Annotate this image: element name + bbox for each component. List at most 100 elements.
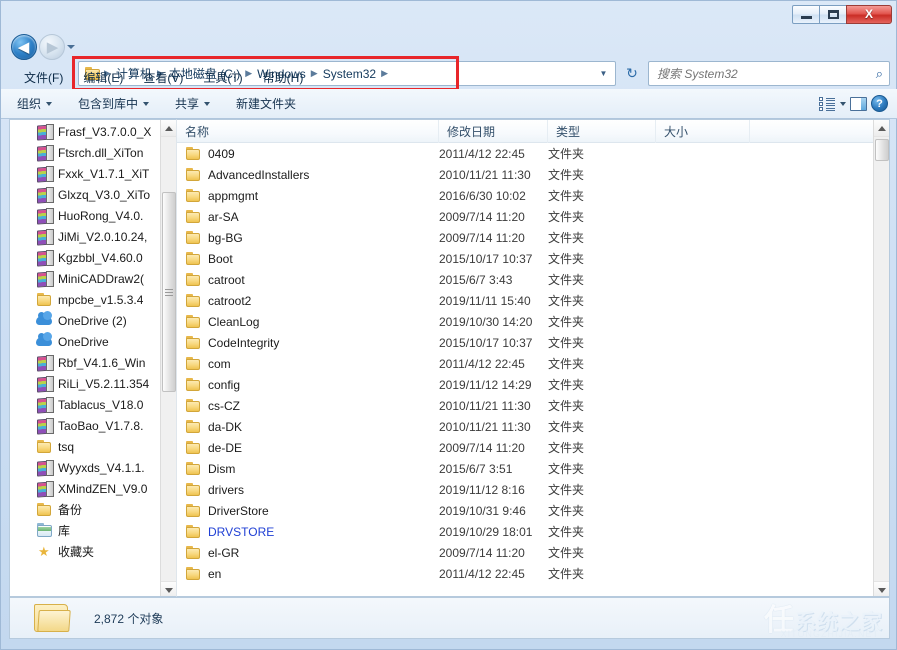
table-row[interactable]: CleanLog2019/10/30 14:20文件夹 <box>177 311 874 332</box>
file-name-label: ar-SA <box>208 210 239 224</box>
column-header-name[interactable]: 名称 <box>177 120 439 143</box>
menu-view[interactable]: 查看(V) <box>134 67 192 88</box>
table-row[interactable]: Dism2015/6/7 3:51文件夹 <box>177 458 874 479</box>
folder-icon <box>185 272 202 287</box>
nav-tree-item[interactable]: Frasf_V3.7.0.0_X <box>10 121 161 142</box>
menu-edit[interactable]: 编辑(E) <box>74 67 132 88</box>
table-row[interactable]: cs-CZ2010/11/21 11:30文件夹 <box>177 395 874 416</box>
archive-icon <box>36 418 53 433</box>
nav-scroll-down-button[interactable] <box>161 581 176 597</box>
table-row[interactable]: AdvancedInstallers2010/11/21 11:30文件夹 <box>177 164 874 185</box>
nav-tree-item-label: OneDrive <box>58 335 109 349</box>
nav-tree-item[interactable]: XMindZEN_V9.0 <box>10 478 161 499</box>
table-row[interactable]: 04092011/4/12 22:45文件夹 <box>177 143 874 164</box>
nav-tree-item[interactable]: Kgzbbl_V4.60.0 <box>10 247 161 268</box>
nav-tree-item[interactable]: OneDrive (2) <box>10 310 161 331</box>
table-row[interactable]: ar-SA2009/7/14 11:20文件夹 <box>177 206 874 227</box>
file-name-label: Boot <box>208 252 233 266</box>
nav-tree-item[interactable]: 备份 <box>10 499 161 520</box>
file-date-cell: 2009/7/14 11:20 <box>439 441 548 455</box>
nav-tree-item[interactable]: mpcbe_v1.5.3.4 <box>10 289 161 310</box>
column-header-date[interactable]: 修改日期 <box>439 120 548 143</box>
table-row[interactable]: bg-BG2009/7/14 11:20文件夹 <box>177 227 874 248</box>
share-button[interactable]: 共享 <box>165 91 220 116</box>
column-header-size[interactable]: 大小 <box>656 120 750 143</box>
table-row[interactable]: de-DE2009/7/14 11:20文件夹 <box>177 437 874 458</box>
organize-button[interactable]: 组织 <box>7 91 62 116</box>
table-row[interactable]: DriverStore2019/10/31 9:46文件夹 <box>177 500 874 521</box>
nav-tree-item[interactable]: tsq <box>10 436 161 457</box>
nav-tree-item[interactable]: JiMi_V2.0.10.24, <box>10 226 161 247</box>
list-scroll-down-button[interactable] <box>874 581 890 597</box>
nav-tree-item[interactable]: Tablacus_V18.0 <box>10 394 161 415</box>
recent-pages-dropdown-icon[interactable] <box>67 45 75 49</box>
file-name-label: DRVSTORE <box>208 525 274 539</box>
table-row[interactable]: el-GR2009/7/14 11:20文件夹 <box>177 542 874 563</box>
file-name-label: CodeIntegrity <box>208 336 279 350</box>
folder-icon <box>185 167 202 182</box>
file-date-cell: 2009/7/14 11:20 <box>439 231 548 245</box>
table-row[interactable]: drivers2019/11/12 8:16文件夹 <box>177 479 874 500</box>
list-scroll-thumb[interactable] <box>875 139 889 161</box>
table-row[interactable]: config2019/11/12 14:29文件夹 <box>177 374 874 395</box>
nav-tree-item[interactable]: Ftsrch.dll_XiTon <box>10 142 161 163</box>
back-button[interactable]: ◀ <box>11 34 37 60</box>
forward-button[interactable]: ▶ <box>39 34 65 60</box>
view-options-chevron-down-icon[interactable] <box>840 102 846 106</box>
nav-tree-item[interactable]: Fxxk_V1.7.1_XiT <box>10 163 161 184</box>
table-row[interactable]: en2011/4/12 22:45文件夹 <box>177 563 874 584</box>
table-row[interactable]: da-DK2010/11/21 11:30文件夹 <box>177 416 874 437</box>
file-date-cell: 2019/11/12 8:16 <box>439 483 548 497</box>
menu-file[interactable]: 文件(F) <box>15 67 72 88</box>
file-name-label: Dism <box>208 462 235 476</box>
table-row[interactable]: appmgmt2016/6/30 10:02文件夹 <box>177 185 874 206</box>
nav-tree-item[interactable]: Glxzq_V3.0_XiTo <box>10 184 161 205</box>
file-date-cell: 2019/10/29 18:01 <box>439 525 548 539</box>
column-header-type[interactable]: 类型 <box>548 120 656 143</box>
file-type-cell: 文件夹 <box>548 292 656 309</box>
nav-tree-item[interactable]: MiniCADDraw2( <box>10 268 161 289</box>
nav-tree-item[interactable]: Wyyxds_V4.1.1. <box>10 457 161 478</box>
nav-tree-item[interactable]: RiLi_V5.2.11.354 <box>10 373 161 394</box>
include-in-library-button[interactable]: 包含到库中 <box>68 91 159 116</box>
new-folder-button[interactable]: 新建文件夹 <box>226 91 306 116</box>
navigation-tree: Frasf_V3.7.0.0_XFtsrch.dll_XiTonFxxk_V1.… <box>10 120 161 597</box>
file-date-cell: 2010/11/21 11:30 <box>439 420 548 434</box>
file-type-cell: 文件夹 <box>548 355 656 372</box>
table-row[interactable]: catroot22019/11/11 15:40文件夹 <box>177 290 874 311</box>
table-row[interactable]: Boot2015/10/17 10:37文件夹 <box>177 248 874 269</box>
file-date-cell: 2011/4/12 22:45 <box>439 147 548 161</box>
nav-tree-item[interactable]: 库 <box>10 520 161 541</box>
nav-tree-item[interactable]: Rbf_V4.1.6_Win <box>10 352 161 373</box>
list-scroll-up-button[interactable] <box>874 120 890 137</box>
file-list-scrollbar[interactable] <box>873 120 889 597</box>
menu-help[interactable]: 帮助(H) <box>254 67 313 88</box>
close-button[interactable]: X <box>846 5 892 24</box>
nav-tree-item[interactable]: OneDrive <box>10 331 161 352</box>
nav-tree-item[interactable]: ★收藏夹 <box>10 541 161 562</box>
item-count-label: 2,872 个对象 <box>94 610 163 627</box>
file-name-cell: ar-SA <box>177 209 439 224</box>
file-date-cell: 2019/10/30 14:20 <box>439 315 548 329</box>
file-name-cell: Dism <box>177 461 439 476</box>
change-view-icon[interactable] <box>819 97 836 111</box>
file-name-label: el-GR <box>208 546 239 560</box>
navigation-pane-scrollbar[interactable] <box>160 120 176 597</box>
nav-tree-item[interactable]: TaoBao_V1.7.8. <box>10 415 161 436</box>
minimize-button[interactable] <box>792 5 820 24</box>
file-name-cell: cs-CZ <box>177 398 439 413</box>
nav-tree-item-label: Rbf_V4.1.6_Win <box>58 356 145 370</box>
table-row[interactable]: DRVSTORE2019/10/29 18:01文件夹 <box>177 521 874 542</box>
folder-icon <box>185 377 202 392</box>
maximize-button[interactable] <box>819 5 847 24</box>
nav-scroll-thumb[interactable] <box>162 192 176 392</box>
nav-tree-item[interactable]: HuoRong_V4.0. <box>10 205 161 226</box>
table-row[interactable]: catroot2015/6/7 3:43文件夹 <box>177 269 874 290</box>
table-row[interactable]: com2011/4/12 22:45文件夹 <box>177 353 874 374</box>
help-icon[interactable]: ? <box>871 95 888 112</box>
menu-tools[interactable]: 工具(T) <box>194 67 251 88</box>
nav-tree-item-label: OneDrive (2) <box>58 314 127 328</box>
table-row[interactable]: CodeIntegrity2015/10/17 10:37文件夹 <box>177 332 874 353</box>
nav-scroll-up-button[interactable] <box>161 120 176 137</box>
preview-pane-icon[interactable] <box>850 97 867 111</box>
